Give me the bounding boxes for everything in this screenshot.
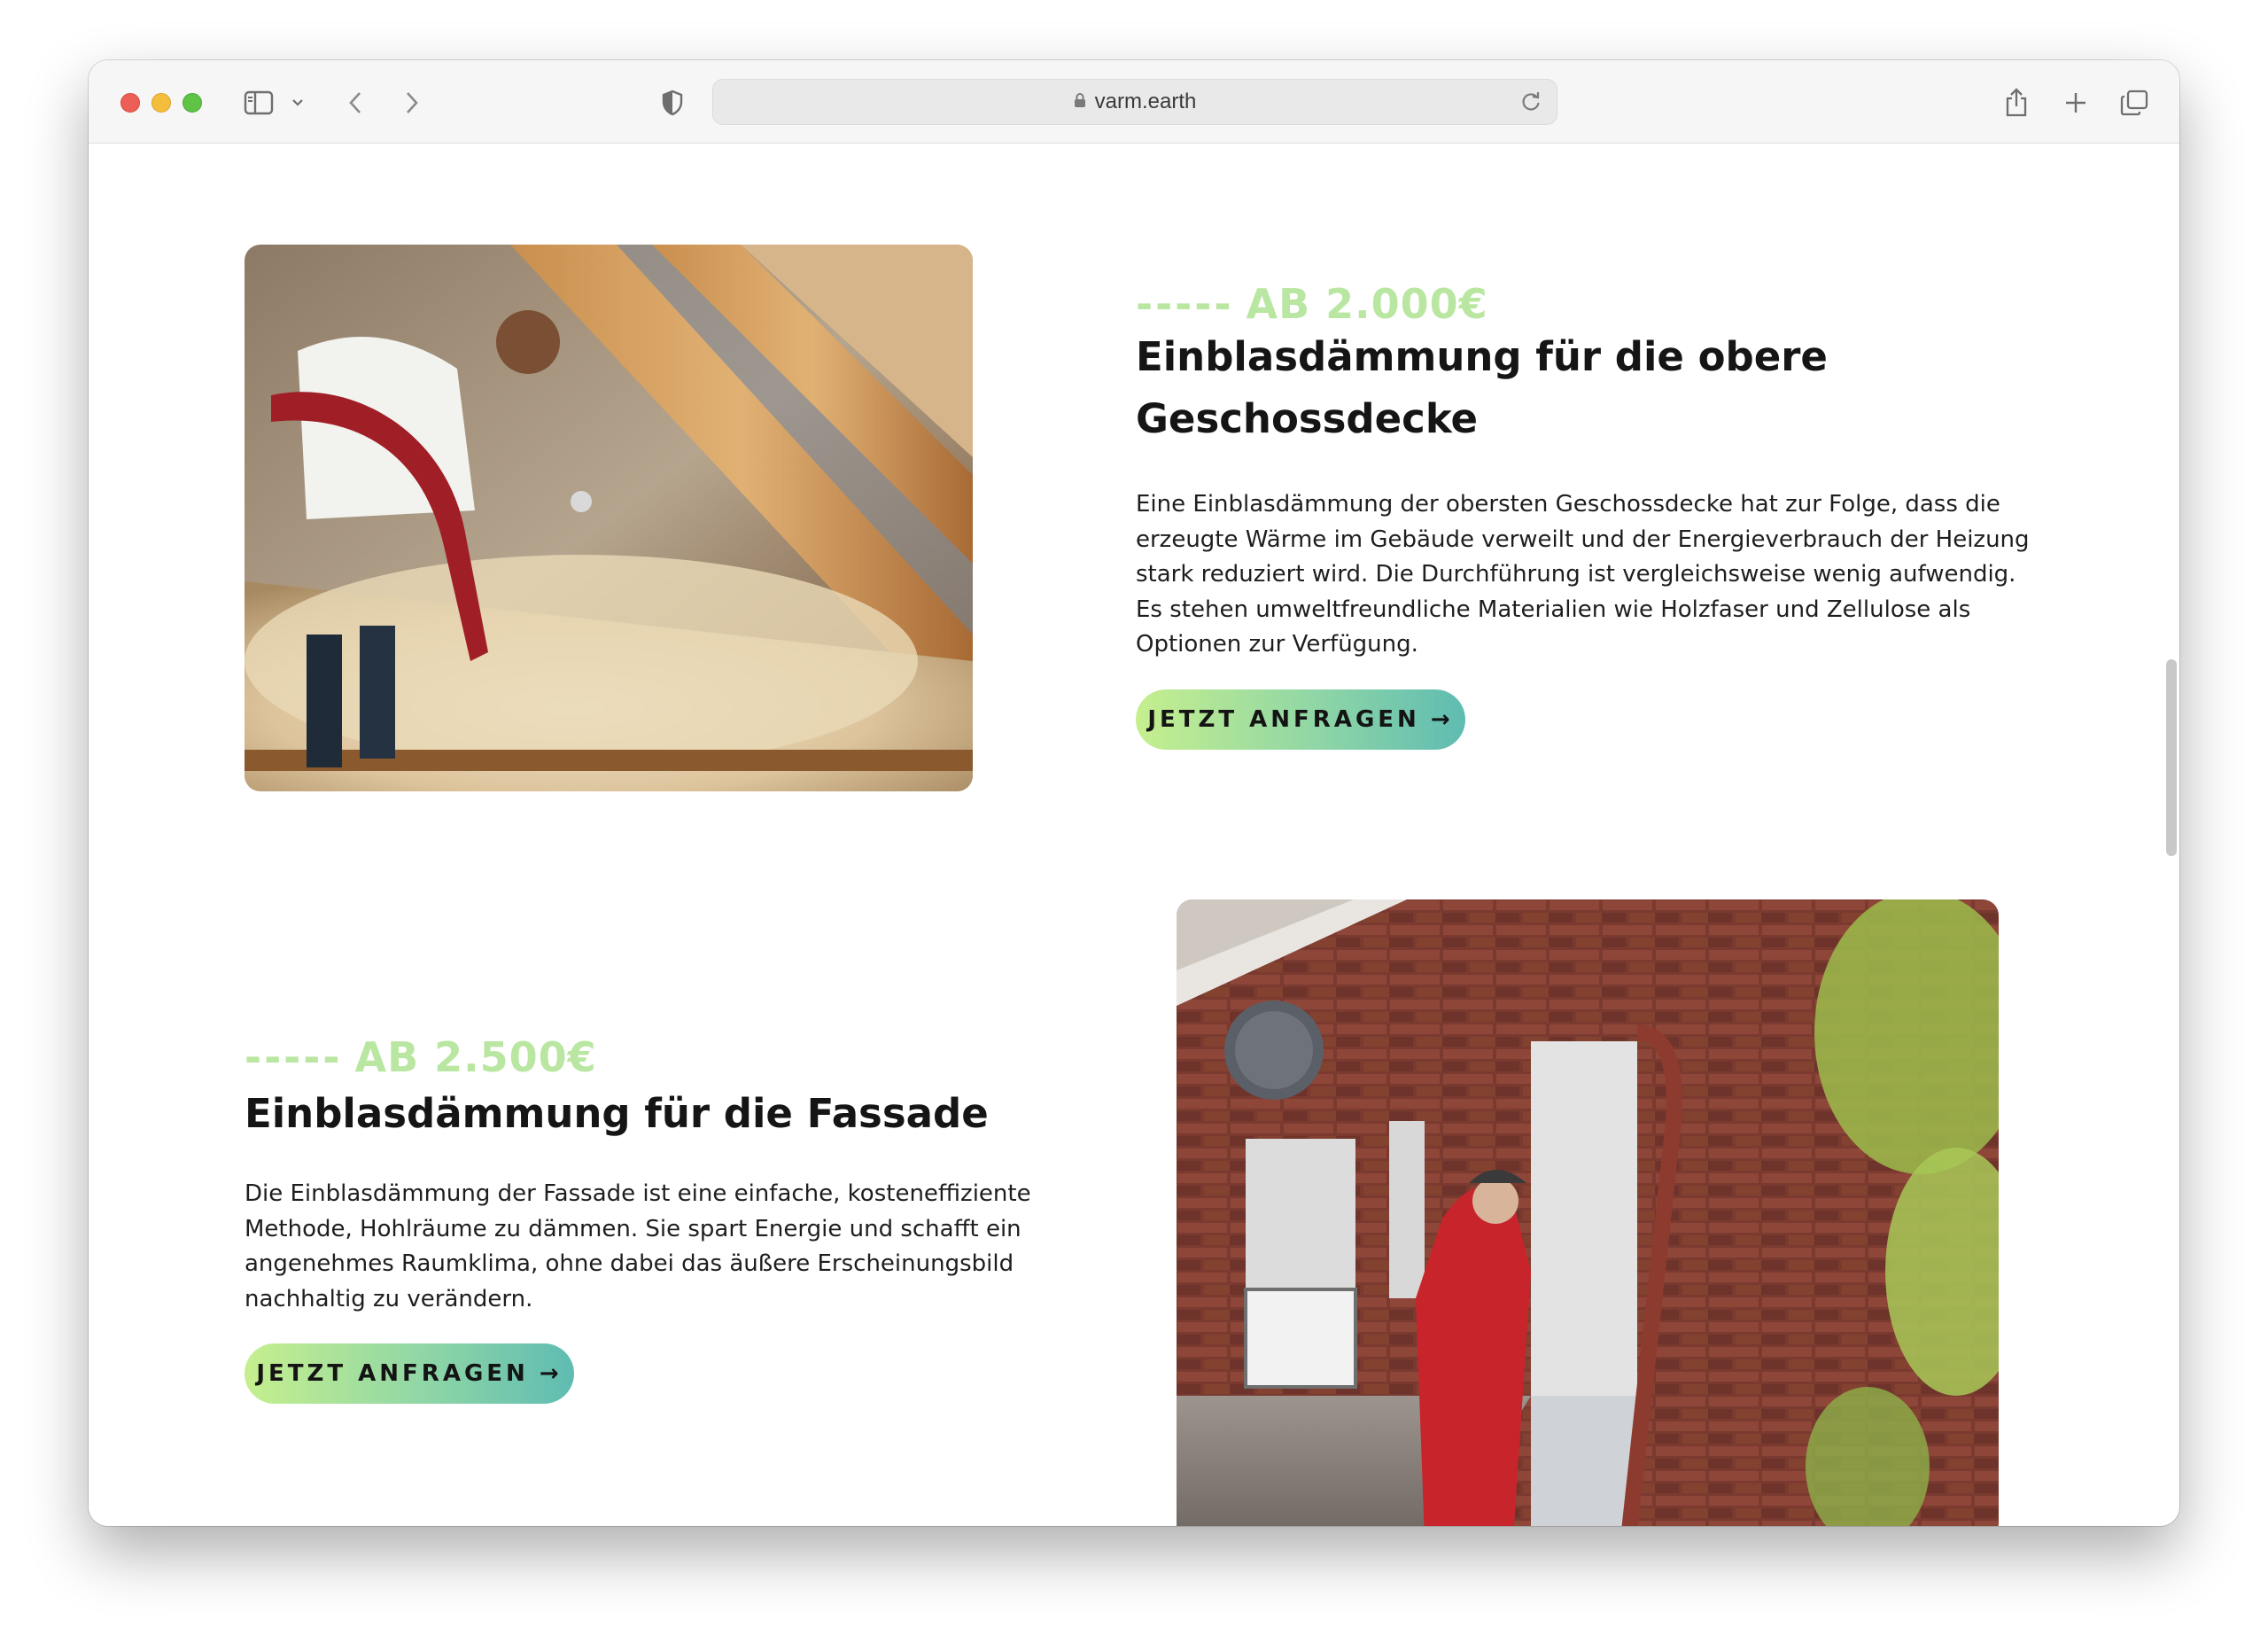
price-label: ----- AB 2.500€ — [245, 1033, 597, 1081]
forward-arrow-icon[interactable] — [399, 87, 425, 119]
url-text: varm.earth — [1094, 90, 1197, 113]
section-description: Eine Einblasdämmung der obersten Geschos… — [1136, 491, 2030, 658]
reload-icon[interactable] — [1519, 90, 1542, 118]
privacy-shield-icon[interactable] — [657, 87, 687, 119]
page-content: ----- AB 2.000€ Einblasdämmung für die ob… — [89, 144, 2179, 1526]
share-icon[interactable] — [2000, 87, 2032, 119]
minimize-window-button[interactable] — [151, 93, 171, 113]
request-quote-button[interactable]: JETZT ANFRAGEN → — [1136, 689, 1465, 750]
maximize-window-button[interactable] — [183, 93, 202, 113]
browser-toolbar: varm.earth — [89, 60, 2179, 144]
sidebar-toggle-icon[interactable] — [241, 87, 276, 119]
section-title: Einblasdämmung für die obere Geschossdec… — [1136, 333, 1828, 442]
section-title: Einblasdämmung für die Fassade — [245, 1090, 989, 1137]
new-tab-plus-icon[interactable] — [2061, 87, 2091, 119]
back-arrow-icon[interactable] — [342, 87, 369, 119]
request-quote-button[interactable]: JETZT ANFRAGEN → — [245, 1343, 574, 1404]
address-bar[interactable]: varm.earth — [712, 79, 1557, 125]
browser-window: varm.earth ----- AB 2.000€ Einblasdämmun… — [89, 60, 2179, 1526]
arrow-right-icon: → — [1430, 706, 1454, 733]
scrollbar[interactable] — [2166, 659, 2177, 856]
tab-overview-icon[interactable] — [2117, 87, 2151, 119]
chevron-down-icon[interactable] — [289, 87, 307, 119]
arrow-right-icon: → — [539, 1360, 563, 1387]
price-label: ----- AB 2.000€ — [1136, 280, 1488, 328]
attic-insulation-photo — [245, 245, 973, 791]
close-window-button[interactable] — [120, 93, 140, 113]
section-description: Die Einblasdämmung der Fassade ist eine … — [245, 1180, 1031, 1312]
lock-icon — [1074, 90, 1086, 114]
facade-insulation-photo — [1177, 899, 1999, 1526]
